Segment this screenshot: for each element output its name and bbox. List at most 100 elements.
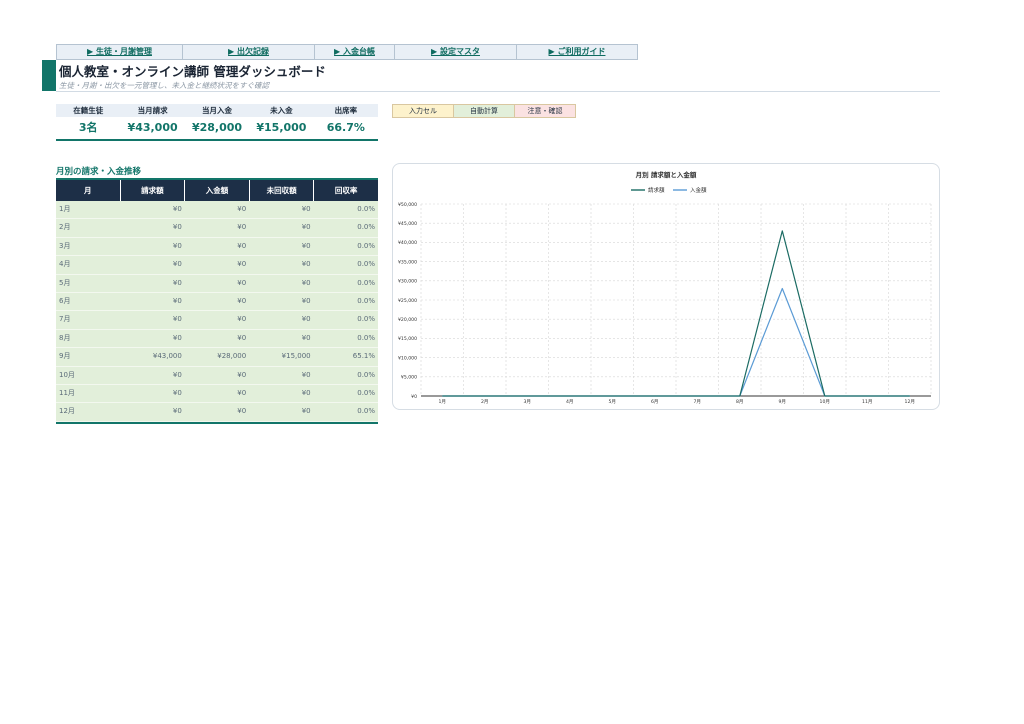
table-cell[interactable]: ¥0 (120, 256, 184, 273)
table-cell[interactable]: 0.0% (314, 311, 378, 328)
x-tick-label: 9月 (778, 399, 786, 405)
table-cell[interactable]: ¥0 (120, 219, 184, 236)
table-cell[interactable]: ¥0 (120, 367, 184, 384)
col-header-billed[interactable]: 請求額 (121, 180, 186, 201)
monthly-table: 月 請求額 入金額 未回収額 回収率 1月 ¥0 ¥0 ¥0 0.0% 2月 ¥0 ¥0 ¥0 0… (56, 178, 378, 424)
table-cell[interactable]: ¥0 (249, 293, 313, 310)
table-cell[interactable]: 0.0% (314, 385, 378, 402)
nav-link-attendance[interactable]: ▶ 出欠記録 (183, 44, 315, 60)
table-cell[interactable]: 8月 (56, 330, 120, 347)
table-cell[interactable]: 65.1% (314, 348, 378, 365)
table-cell[interactable]: ¥0 (249, 403, 313, 420)
table-cell[interactable]: ¥0 (249, 367, 313, 384)
table-cell[interactable]: 0.0% (314, 367, 378, 384)
table-cell[interactable]: ¥0 (185, 256, 249, 273)
table-cell[interactable]: 4月 (56, 256, 120, 273)
table-row: 1月 ¥0 ¥0 ¥0 0.0% (56, 201, 378, 220)
table-cell[interactable]: ¥0 (185, 403, 249, 420)
col-header-outstanding[interactable]: 未回収額 (250, 180, 315, 201)
table-cell[interactable]: ¥0 (185, 275, 249, 292)
table-title: 月別の請求・入金推移 (56, 167, 142, 177)
title-divider (56, 91, 940, 92)
table-cell[interactable]: ¥0 (185, 330, 249, 347)
table-cell[interactable]: ¥0 (249, 275, 313, 292)
table-cell[interactable]: ¥0 (120, 238, 184, 255)
table-cell[interactable]: 0.0% (314, 293, 378, 310)
table-cell[interactable]: ¥15,000 (249, 348, 313, 365)
table-cell[interactable]: ¥0 (120, 385, 184, 402)
kpi-label-students: 在籍生徒 (56, 104, 121, 117)
nav-link-settings[interactable]: ▶ 設定マスタ (395, 44, 517, 60)
table-cell[interactable]: ¥0 (120, 403, 184, 420)
table-cell[interactable]: 0.0% (314, 256, 378, 273)
table-cell[interactable]: 11月 (56, 385, 120, 402)
y-tick-label: ¥20,000 (398, 317, 417, 323)
table-bottom-rule (56, 421, 378, 424)
table-cell[interactable]: ¥0 (249, 201, 313, 218)
kpi-label-received: 当月入金 (184, 104, 250, 117)
col-header-month[interactable]: 月 (56, 180, 121, 201)
y-tick-label: ¥10,000 (398, 355, 417, 361)
table-cell[interactable]: 0.0% (314, 219, 378, 236)
table-cell[interactable]: ¥0 (185, 385, 249, 402)
table-cell[interactable]: 9月 (56, 348, 120, 365)
nav-link-students[interactable]: ▶ 生徒・月謝管理 (56, 44, 183, 60)
col-header-rate[interactable]: 回収率 (314, 180, 378, 201)
table-cell[interactable]: 5月 (56, 275, 120, 292)
table-cell[interactable]: 10月 (56, 367, 120, 384)
table-cell[interactable]: 3月 (56, 238, 120, 255)
table-cell[interactable]: ¥0 (249, 330, 313, 347)
table-cell[interactable]: 2月 (56, 219, 120, 236)
table-row: 5月 ¥0 ¥0 ¥0 0.0% (56, 274, 378, 293)
table-cell[interactable]: 12月 (56, 403, 120, 420)
table-cell[interactable]: ¥0 (249, 219, 313, 236)
col-header-received[interactable]: 入金額 (185, 180, 250, 201)
x-tick-label: 3月 (523, 399, 531, 405)
table-row: 10月 ¥0 ¥0 ¥0 0.0% (56, 366, 378, 385)
x-tick-label: 12月 (905, 399, 915, 405)
x-tick-label: 8月 (736, 399, 744, 405)
table-cell[interactable]: 7月 (56, 311, 120, 328)
y-tick-label: ¥45,000 (398, 221, 417, 227)
table-cell[interactable]: 0.0% (314, 330, 378, 347)
kpi-value-received[interactable]: ¥28,000 (185, 117, 249, 139)
legend-label-0: 請求額 (648, 186, 665, 194)
table-cell[interactable]: 0.0% (314, 403, 378, 420)
table-row: 4月 ¥0 ¥0 ¥0 0.0% (56, 256, 378, 275)
table-cell[interactable]: 6月 (56, 293, 120, 310)
page-title: 個人教室・オンライン講師 管理ダッシュボード (59, 64, 326, 79)
nav-link-guide[interactable]: ▶ ご利用ガイド (517, 44, 638, 60)
nav-link-payments[interactable]: ▶ 入金台帳 (315, 44, 395, 60)
table-cell[interactable]: 1月 (56, 201, 120, 218)
table-cell[interactable]: ¥0 (185, 293, 249, 310)
kpi-value-unpaid[interactable]: ¥15,000 (249, 117, 313, 139)
table-cell[interactable]: ¥43,000 (120, 348, 184, 365)
table-cell[interactable]: ¥0 (120, 311, 184, 328)
kpi-value-students[interactable]: 3名 (56, 117, 120, 139)
table-cell[interactable]: ¥0 (120, 275, 184, 292)
y-tick-label: ¥35,000 (398, 259, 417, 265)
table-row: 8月 ¥0 ¥0 ¥0 0.0% (56, 329, 378, 349)
table-cell[interactable]: ¥0 (120, 201, 184, 218)
cell-color-legend: 入力セル 自動計算 注意・確認 (392, 104, 576, 118)
x-tick-label: 7月 (693, 399, 701, 405)
table-cell[interactable]: 0.0% (314, 238, 378, 255)
table-cell[interactable]: ¥0 (249, 238, 313, 255)
table-cell[interactable]: ¥0 (249, 256, 313, 273)
table-cell[interactable]: 0.0% (314, 201, 378, 218)
table-cell[interactable]: ¥0 (185, 367, 249, 384)
table-cell[interactable]: ¥0 (185, 219, 249, 236)
kpi-value-attendance[interactable]: 66.7% (314, 117, 378, 139)
table-cell[interactable]: ¥0 (120, 293, 184, 310)
table-cell[interactable]: ¥28,000 (185, 348, 249, 365)
table-cell[interactable]: ¥0 (185, 201, 249, 218)
table-row: 7月 ¥0 ¥0 ¥0 0.0% (56, 311, 378, 330)
table-cell[interactable]: ¥0 (249, 385, 313, 402)
table-cell[interactable]: 0.0% (314, 275, 378, 292)
table-cell[interactable]: ¥0 (185, 311, 249, 328)
table-cell[interactable]: ¥0 (249, 311, 313, 328)
kpi-value-billed[interactable]: ¥43,000 (120, 117, 184, 139)
table-cell[interactable]: ¥0 (120, 330, 184, 347)
x-tick-label: 11月 (862, 399, 872, 405)
table-cell[interactable]: ¥0 (185, 238, 249, 255)
